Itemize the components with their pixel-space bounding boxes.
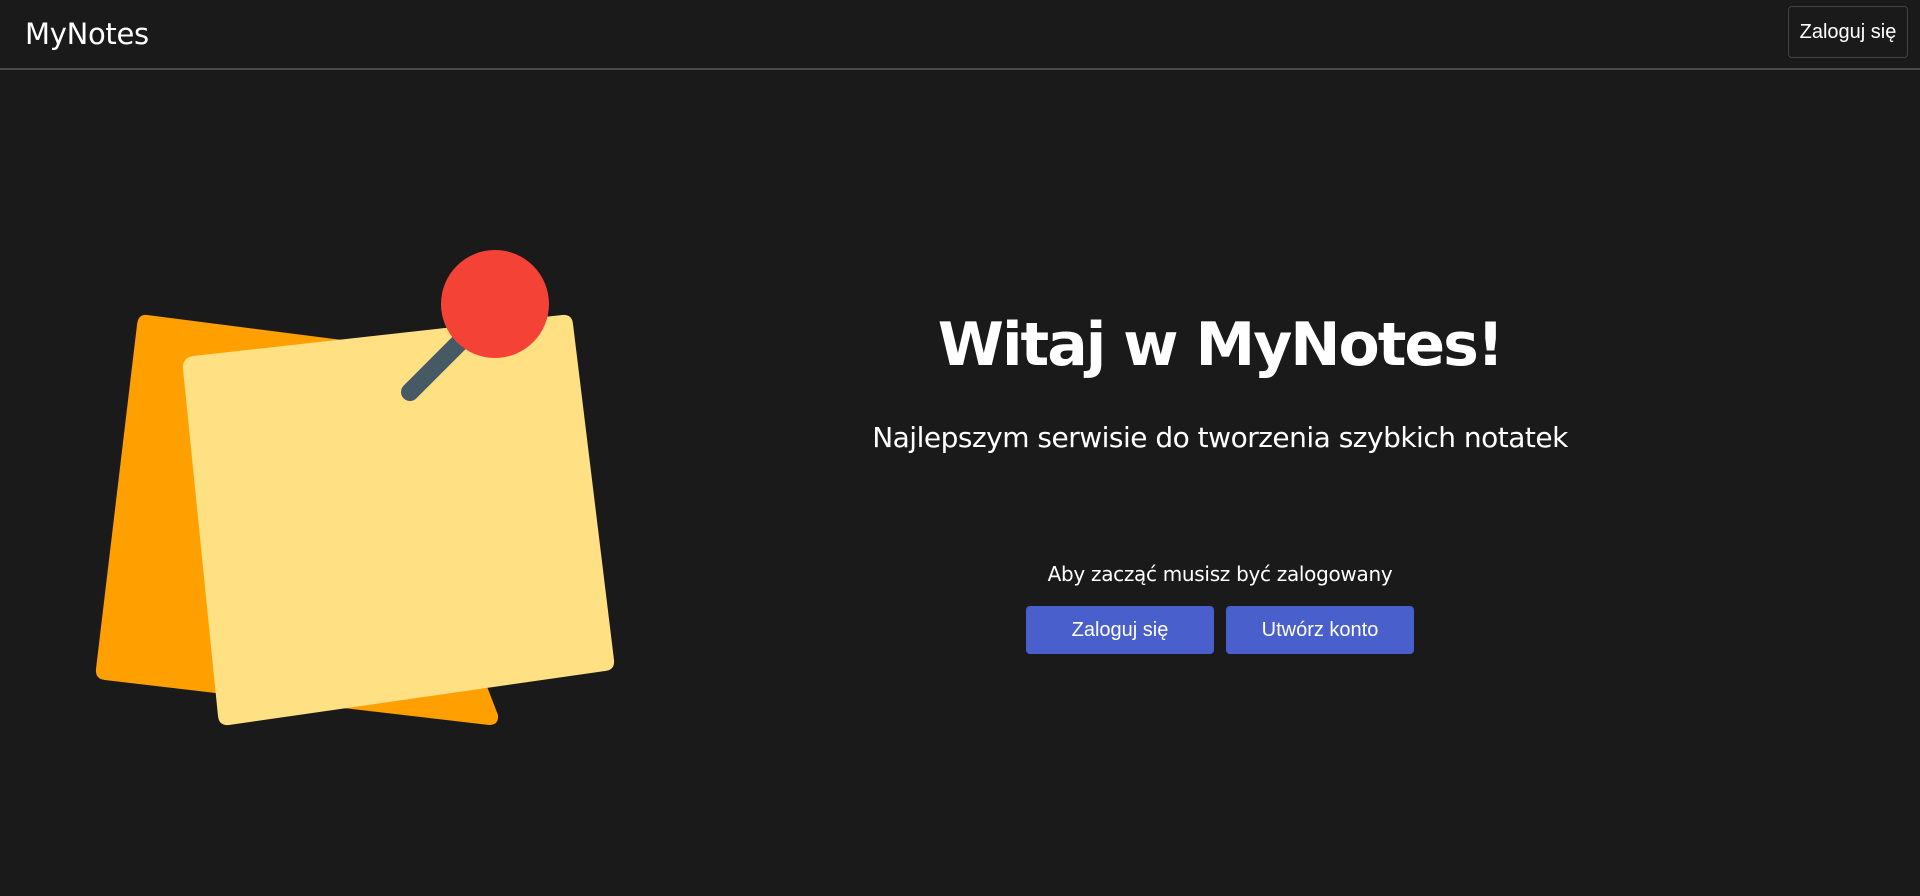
hero-section: Witaj w MyNotes! Najlepszym serwisie do … — [820, 300, 1620, 654]
pin-head-shape — [441, 250, 549, 358]
top-navbar: MyNotes Zaloguj się — [0, 0, 1920, 70]
brand-logo[interactable]: MyNotes — [25, 14, 149, 54]
sticky-notes-pin-icon — [95, 250, 615, 726]
navbar-login-button[interactable]: Zaloguj się — [1788, 6, 1908, 58]
hero-button-group: Zaloguj się Utwórz konto — [820, 606, 1620, 654]
page-subtitle: Najlepszym serwisie do tworzenia szybkic… — [872, 421, 1568, 454]
login-button[interactable]: Zaloguj się — [1026, 606, 1214, 654]
sticky-notes-illustration — [80, 240, 640, 740]
create-account-button[interactable]: Utwórz konto — [1226, 606, 1414, 654]
front-note-shape — [182, 314, 615, 726]
page-title: Witaj w MyNotes! — [937, 310, 1504, 380]
login-required-text: Aby zacząć musisz być zalogowany — [1047, 562, 1393, 586]
